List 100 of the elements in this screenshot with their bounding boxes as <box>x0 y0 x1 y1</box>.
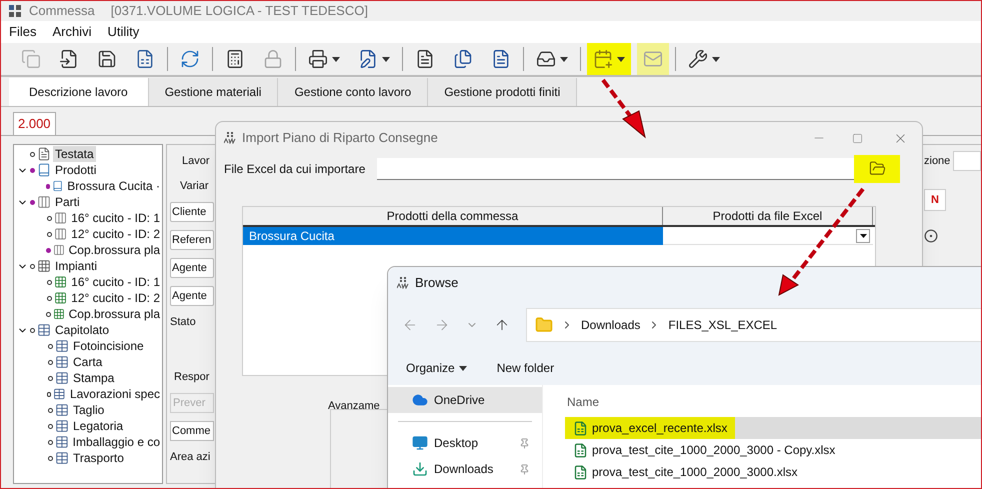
field-label: Area azi <box>170 450 212 465</box>
tree-item[interactable]: 16° cucito - ID: 1 <box>69 274 162 290</box>
address-bar[interactable]: Downloads FILES_XSL_EXCEL <box>526 308 981 342</box>
dialog-title: Browse <box>415 274 458 292</box>
calendar-icon <box>593 49 613 69</box>
copy-icon <box>21 49 41 69</box>
table-save-icon <box>135 49 155 69</box>
tree-item[interactable]: Testata <box>53 146 96 162</box>
field-label: zione <box>924 154 950 169</box>
new-button[interactable]: N <box>924 189 946 211</box>
tree-item[interactable]: Taglio <box>71 402 106 418</box>
annotation-arrow <box>601 78 646 138</box>
plate-icon <box>52 307 65 321</box>
nav-item[interactable]: Desktop <box>388 430 542 456</box>
column-header[interactable]: Name <box>565 393 981 417</box>
menu-item[interactable]: Files <box>9 22 36 42</box>
tree-item[interactable]: Cop.brossura pla <box>66 306 162 322</box>
table-icon <box>55 419 69 433</box>
refresh-icon <box>180 49 200 69</box>
tree-item[interactable]: 16° cucito - ID: 1 <box>69 210 162 226</box>
dropdown-caret-icon <box>332 56 340 62</box>
browse-button[interactable] <box>854 154 900 182</box>
menu-item[interactable]: Utility <box>107 22 140 42</box>
maximize-icon[interactable] <box>852 132 863 144</box>
document-icon <box>415 49 435 69</box>
up-icon[interactable] <box>494 317 510 333</box>
command-button[interactable]: New folder <box>496 359 554 377</box>
mail-icon <box>643 49 663 69</box>
tree-item[interactable]: Impianti <box>53 258 100 274</box>
nav-item[interactable]: OneDrive <box>388 387 542 413</box>
form-button[interactable]: Agente <box>170 286 214 306</box>
tree-item[interactable]: Cop.brossura pla <box>66 242 162 258</box>
plate-icon <box>54 291 68 305</box>
field-label: File Excel da cui importare <box>224 161 366 178</box>
app-logo-icon <box>397 277 409 289</box>
file-row[interactable]: prova_test_cite_1000_2000_3000 - Copy.xlsx <box>565 439 981 461</box>
nav-item[interactable]: Downloads <box>388 456 542 482</box>
dropdown-caret-icon <box>617 56 625 62</box>
tray-icon <box>536 49 556 69</box>
form-button[interactable]: Cliente <box>170 202 214 222</box>
column-header[interactable]: Prodotti da file Excel <box>663 207 873 225</box>
table-icon <box>55 403 69 417</box>
lock-icon <box>263 49 283 69</box>
table-icon <box>55 451 69 465</box>
tree-item[interactable]: Fotoincisione <box>71 338 146 354</box>
field-label: Stato <box>170 315 197 330</box>
tree-item[interactable]: Lavorazioni spec <box>68 386 162 402</box>
tree-item[interactable]: Imballaggio e co <box>70 434 162 450</box>
pin-icon <box>519 438 530 448</box>
file-row[interactable]: prova_test_cite_1000_2000_3000.xlsx <box>565 461 981 483</box>
file-row[interactable]: prova_excel_recente.xlsx <box>565 417 981 439</box>
cloud-icon <box>412 392 428 408</box>
book-icon <box>37 163 51 177</box>
documents-icon <box>453 49 473 69</box>
plate-icon <box>54 275 68 289</box>
breadcrumb-item[interactable]: Downloads <box>581 316 640 334</box>
tree-item[interactable]: Prodotti <box>53 162 98 178</box>
dropdown-caret-icon <box>860 234 866 238</box>
tab[interactable]: Gestione materiali <box>148 78 278 106</box>
dropdown-caret-icon <box>382 56 390 62</box>
tree-item[interactable]: Capitolato <box>53 322 112 338</box>
field-label: Lavor <box>181 154 211 169</box>
text-field[interactable] <box>953 151 981 171</box>
app-grid-icon <box>9 5 21 17</box>
command-button[interactable]: Organize <box>406 359 467 377</box>
column-icon <box>52 243 65 257</box>
form-button[interactable]: Agente <box>170 258 214 278</box>
print-icon <box>308 49 328 69</box>
tree-item[interactable]: Legatoria <box>71 418 126 434</box>
tree-item[interactable]: Brossura Cucita · <box>65 178 162 194</box>
tab[interactable]: Gestione conto lavoro <box>278 78 428 106</box>
breadcrumb-item[interactable]: FILES_XSL_EXCEL <box>668 316 778 334</box>
column-header[interactable]: Prodotti della commessa <box>243 207 663 225</box>
spreadsheet-file-icon <box>573 442 588 458</box>
table-icon <box>54 435 69 449</box>
tree-item[interactable]: Carta <box>71 354 104 370</box>
table-icon <box>55 371 69 385</box>
dropdown-caret-icon <box>458 366 467 370</box>
column-icon <box>54 211 68 225</box>
tree-item[interactable]: Parti <box>53 194 82 210</box>
dropdown-field[interactable] <box>663 227 873 245</box>
field-label: Variar <box>179 178 210 194</box>
dropdown-caret-icon <box>712 56 720 62</box>
tree-item[interactable]: Trasporto <box>71 450 126 466</box>
table-cell[interactable]: Brossura Cucita <box>243 227 663 245</box>
tab[interactable]: 2.000 <box>13 112 56 135</box>
form-button[interactable]: Referen <box>170 230 214 250</box>
file-path-field[interactable] <box>377 158 900 180</box>
tree-item[interactable]: 12° cucito - ID: 2 <box>69 290 162 306</box>
window-subtitle: [0371.VOLUME LOGICA - TEST TEDESCO] <box>110 2 368 20</box>
tree-item[interactable]: Stampa <box>71 370 116 386</box>
column-icon <box>37 195 51 209</box>
desktop-icon <box>412 435 428 451</box>
form-button[interactable]: Comme <box>170 421 214 441</box>
tab[interactable]: Descrizione lavoro <box>9 78 149 106</box>
document-arrow-icon <box>59 49 79 69</box>
menu-item[interactable]: Archivi <box>52 22 92 42</box>
tab[interactable]: Gestione prodotti finiti <box>428 78 578 106</box>
tree-item[interactable]: 12° cucito - ID: 2 <box>69 226 162 242</box>
wrench-icon <box>688 49 708 69</box>
